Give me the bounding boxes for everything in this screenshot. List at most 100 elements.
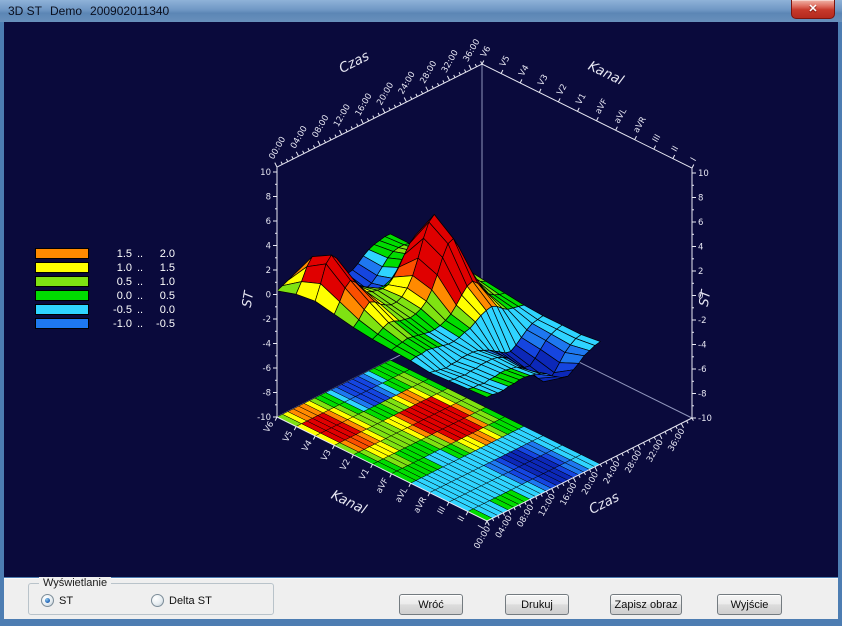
save-image-button[interactable]: Zapisz obraz <box>610 594 682 615</box>
svg-text:I: I <box>689 156 699 163</box>
svg-text:36:00: 36:00 <box>462 38 483 64</box>
radio-delta-st[interactable]: Delta ST <box>151 594 212 607</box>
svg-text:V2: V2 <box>555 82 569 97</box>
svg-text:20:00: 20:00 <box>580 471 601 497</box>
radio-st[interactable]: ST <box>41 594 73 607</box>
svg-text:12:00: 12:00 <box>332 103 353 129</box>
svg-text:16:00: 16:00 <box>559 481 580 507</box>
control-panel: Wyświetlanie ST Delta ST Wróć Drukuj Zap… <box>4 578 838 619</box>
svg-text:2: 2 <box>698 267 703 277</box>
svg-text:V5: V5 <box>281 429 295 444</box>
svg-text:aVF: aVF <box>594 97 611 116</box>
svg-text:28:00: 28:00 <box>418 59 439 85</box>
legend-swatch <box>35 290 89 301</box>
svg-text:II: II <box>456 514 467 523</box>
display-groupbox: Wyświetlanie ST Delta ST <box>28 583 274 615</box>
svg-text:aVL: aVL <box>394 486 411 505</box>
svg-text:24:00: 24:00 <box>397 70 418 96</box>
svg-text:-4: -4 <box>698 340 706 350</box>
svg-text:-4: -4 <box>263 339 271 349</box>
svg-text:aVL: aVL <box>613 107 630 126</box>
groupbox-label: Wyświetlanie <box>39 577 111 589</box>
svg-text:36:00: 36:00 <box>666 427 687 453</box>
legend-item: -0.5..0.0 <box>35 304 175 315</box>
svg-text:04:00: 04:00 <box>494 514 515 540</box>
svg-text:20:00: 20:00 <box>375 81 396 107</box>
svg-text:0: 0 <box>266 290 271 300</box>
svg-text:ST: ST <box>240 289 258 309</box>
legend-label: 1.0..1.5 <box>105 262 175 274</box>
svg-text:V1: V1 <box>574 92 588 107</box>
svg-text:10: 10 <box>698 169 709 179</box>
svg-text:32:00: 32:00 <box>645 438 666 464</box>
svg-text:-6: -6 <box>698 365 706 375</box>
svg-text:12:00: 12:00 <box>537 492 558 518</box>
radio-st-label[interactable]: ST <box>59 595 73 607</box>
legend-label: 0.0..0.5 <box>105 290 175 302</box>
svg-text:V4: V4 <box>300 439 314 454</box>
svg-text:8: 8 <box>266 192 271 202</box>
legend-label: 1.5..2.0 <box>105 248 175 260</box>
svg-text:V2: V2 <box>339 458 353 473</box>
svg-text:6: 6 <box>698 218 703 228</box>
svg-text:-2: -2 <box>263 315 271 325</box>
svg-text:aVR: aVR <box>632 115 649 135</box>
svg-text:-2: -2 <box>698 316 706 326</box>
svg-text:8: 8 <box>698 193 703 203</box>
svg-text:V6: V6 <box>479 45 493 60</box>
svg-text:04:00: 04:00 <box>289 124 310 150</box>
svg-text:Czas: Czas <box>336 48 372 77</box>
svg-text:III: III <box>651 133 663 145</box>
titlebar[interactable]: 3D ST Demo 200902011340 ✕ <box>0 0 842 22</box>
plot-area: 00:0000:0004:0004:0008:0008:0012:0012:00… <box>4 22 838 577</box>
svg-text:Czas: Czas <box>586 489 622 518</box>
svg-text:V5: V5 <box>498 54 512 69</box>
legend-item: 0.0..0.5 <box>35 290 175 301</box>
svg-text:V4: V4 <box>517 63 531 78</box>
svg-text:2: 2 <box>266 266 271 276</box>
back-button[interactable]: Wróć <box>399 594 463 615</box>
svg-text:II: II <box>670 144 681 153</box>
legend-item: 1.5..2.0 <box>35 248 175 259</box>
svg-text:32:00: 32:00 <box>440 48 461 74</box>
svg-text:aVF: aVF <box>374 476 391 495</box>
svg-text:V3: V3 <box>536 73 550 88</box>
svg-text:-10: -10 <box>257 413 271 423</box>
radio-delta-st-label[interactable]: Delta ST <box>169 595 212 607</box>
legend-label: -0.5..0.0 <box>105 304 175 316</box>
title-id: 200902011340 <box>90 4 169 18</box>
svg-text:00:00: 00:00 <box>267 135 288 161</box>
svg-text:V1: V1 <box>358 467 372 482</box>
legend-swatch <box>35 304 89 315</box>
svg-text:-10: -10 <box>698 414 712 424</box>
radio-st-dot[interactable] <box>41 594 54 607</box>
svg-text:4: 4 <box>266 241 271 251</box>
radio-delta-st-dot[interactable] <box>151 594 164 607</box>
exit-button[interactable]: Wyjście <box>717 594 782 615</box>
close-button[interactable]: ✕ <box>791 0 835 19</box>
svg-text:V3: V3 <box>320 448 334 463</box>
svg-text:III: III <box>436 505 448 517</box>
svg-text:24:00: 24:00 <box>602 460 623 486</box>
legend-swatch <box>35 262 89 273</box>
legend-swatch <box>35 318 89 329</box>
svg-text:08:00: 08:00 <box>311 113 332 139</box>
legend-item: -1.0..-0.5 <box>35 318 175 329</box>
close-icon: ✕ <box>808 3 817 15</box>
app-window: 3D ST Demo 200902011340 ✕ 00:0000:0004:0… <box>0 0 842 626</box>
legend-swatch <box>35 276 89 287</box>
svg-text:4: 4 <box>698 242 703 252</box>
title-app: 3D ST <box>8 4 42 18</box>
svg-text:Kanal: Kanal <box>329 487 370 518</box>
svg-text:28:00: 28:00 <box>623 449 644 475</box>
print-button[interactable]: Drukuj <box>505 594 569 615</box>
svg-text:16:00: 16:00 <box>354 92 375 118</box>
svg-text:-6: -6 <box>263 364 271 374</box>
legend-item: 0.5..1.0 <box>35 276 175 287</box>
svg-text:aVR: aVR <box>412 495 429 515</box>
legend-item: 1.0..1.5 <box>35 262 175 273</box>
svg-text:ST: ST <box>697 288 715 308</box>
svg-text:-8: -8 <box>698 389 706 399</box>
svg-text:6: 6 <box>266 217 271 227</box>
legend-label: 0.5..1.0 <box>105 276 175 288</box>
